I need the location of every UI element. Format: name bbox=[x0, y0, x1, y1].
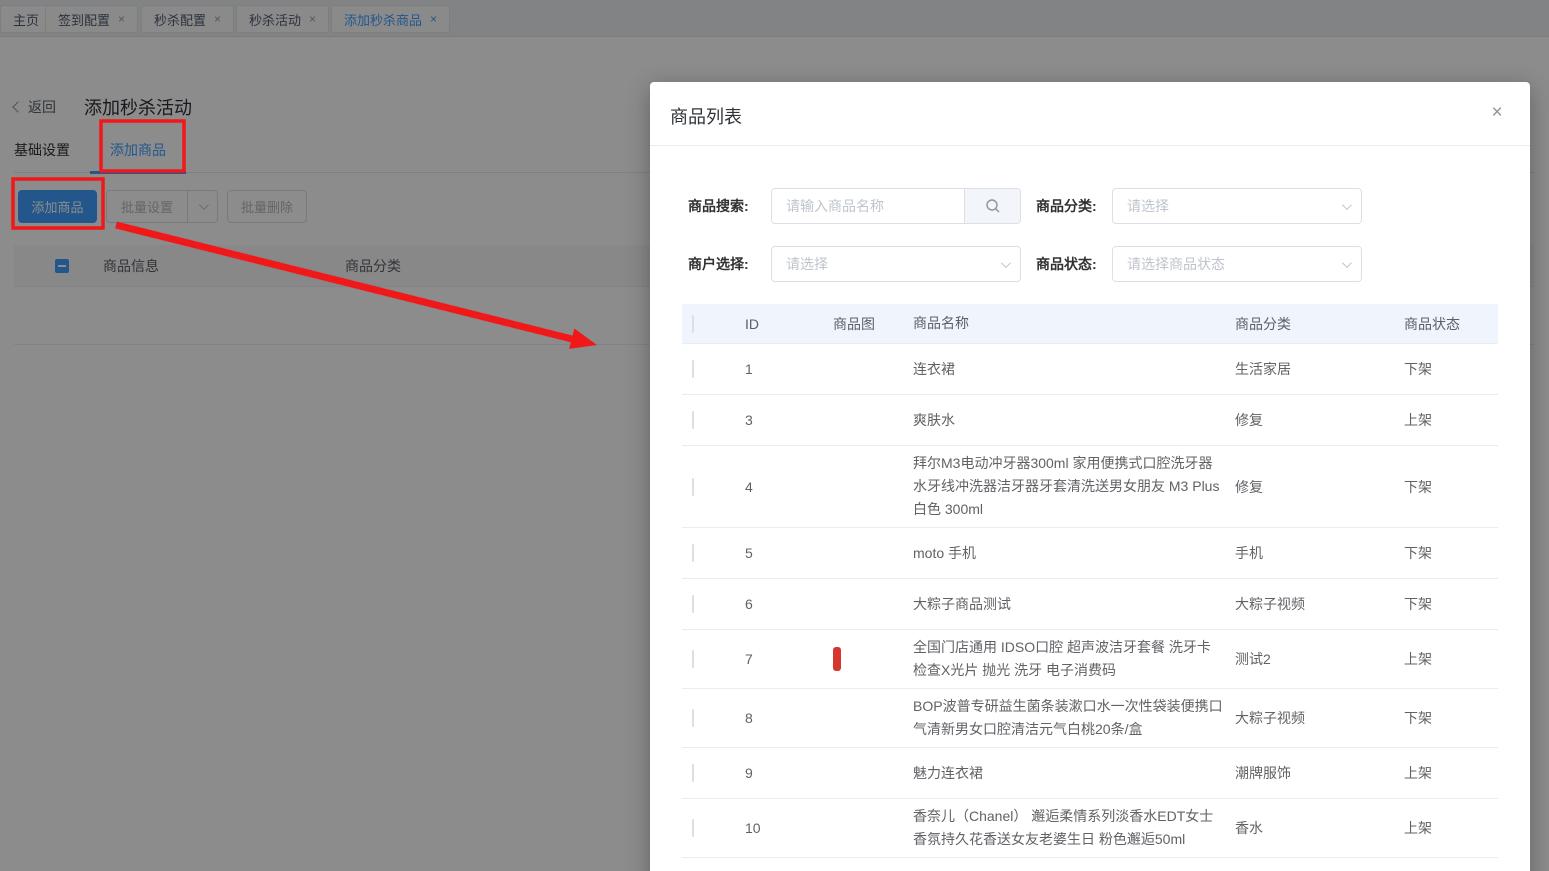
row-checkbox[interactable] bbox=[692, 544, 694, 562]
row-checkbox[interactable] bbox=[692, 477, 694, 496]
column-header-name: 商品名称 bbox=[913, 315, 969, 331]
modal-header: 商品列表 × bbox=[650, 82, 1530, 146]
product-name: 全国门店通用 IDSO口腔 超声波洁牙套餐 洗牙卡 检查X光片 抛光 洗牙 电子… bbox=[913, 639, 1211, 678]
product-status: 下架 bbox=[1404, 478, 1432, 495]
row-checkbox[interactable] bbox=[692, 709, 694, 727]
column-header-id: ID bbox=[745, 315, 759, 332]
chevron-down-icon bbox=[1329, 257, 1361, 268]
product-id: 6 bbox=[745, 596, 753, 612]
product-category: 手机 bbox=[1235, 545, 1263, 561]
filters: 商品搜索: 商品分类: 请选择 商户选择: bbox=[682, 188, 1498, 282]
product-name: moto 手机 bbox=[913, 544, 977, 561]
product-status: 下架 bbox=[1404, 545, 1432, 561]
product-name: 大粽子商品测试 bbox=[913, 595, 1011, 612]
filter-row-1: 商品搜索: 商品分类: 请选择 bbox=[688, 188, 1498, 224]
product-id: 1 bbox=[745, 361, 753, 377]
product-category: 大粽子视频 bbox=[1235, 710, 1305, 726]
chevron-down-icon bbox=[988, 257, 1020, 268]
table-row: 3 爽肤水 修复 上架 bbox=[682, 395, 1498, 446]
product-status: 上架 bbox=[1404, 765, 1432, 781]
product-category: 大粽子视频 bbox=[1235, 596, 1305, 612]
row-checkbox[interactable] bbox=[692, 764, 694, 782]
table-row: 12 键盘 测试2 上架 bbox=[682, 858, 1498, 871]
product-name: 魅力连衣裙 bbox=[913, 764, 983, 781]
search-button[interactable] bbox=[964, 189, 1020, 223]
status-placeholder: 请选择商品状态 bbox=[1127, 256, 1225, 272]
row-checkbox[interactable] bbox=[692, 595, 694, 613]
modal-body: 商品搜索: 商品分类: 请选择 商户选择: bbox=[650, 188, 1530, 871]
table-row: 5 moto 手机 手机 下架 bbox=[682, 528, 1498, 579]
product-name: 拜尔M3电动冲牙器300ml 家用便携式口腔洗牙器水牙线冲洗器洁牙器牙套清洗送男… bbox=[913, 455, 1220, 517]
product-status: 下架 bbox=[1404, 361, 1432, 377]
product-name: 键盘 bbox=[900, 866, 1225, 871]
close-icon[interactable]: × bbox=[1486, 102, 1508, 124]
product-category: 测试2 bbox=[1235, 651, 1271, 667]
table-row: 6 大粽子商品测试 大粽子视频 下架 bbox=[682, 579, 1498, 630]
row-checkbox[interactable] bbox=[692, 819, 694, 837]
merchant-label: 商户选择: bbox=[688, 256, 749, 272]
chevron-down-icon bbox=[1329, 199, 1361, 210]
product-status: 上架 bbox=[1404, 820, 1432, 836]
product-category: 香水 bbox=[1235, 820, 1263, 836]
product-id: 3 bbox=[745, 412, 753, 428]
table-row: 8 BOP波普专研益生菌条装漱口水一次性袋装便携口气清新男女口腔清洁元气白桃20… bbox=[682, 689, 1498, 748]
product-id: 8 bbox=[745, 710, 753, 726]
filter-row-2: 商户选择: 请选择 商品状态: 请选择商品状态 bbox=[688, 246, 1498, 282]
status-label: 商品状态: bbox=[1036, 256, 1097, 272]
search-icon bbox=[985, 199, 999, 213]
table-row: 9 魅力连衣裙 潮牌服饰 上架 bbox=[682, 748, 1498, 799]
product-table-header: ID 商品图 商品名称 商品分类 商品状态 bbox=[682, 304, 1498, 344]
product-table: ID 商品图 商品名称 商品分类 商品状态 1 连衣裙 生活家居 下架 3 爽肤… bbox=[682, 304, 1498, 871]
product-category: 潮牌服饰 bbox=[1235, 765, 1291, 781]
row-checkbox[interactable] bbox=[692, 360, 694, 378]
product-category: 修复 bbox=[1235, 478, 1263, 495]
row-checkbox[interactable] bbox=[692, 411, 694, 429]
row-checkbox[interactable] bbox=[692, 650, 694, 668]
product-status: 下架 bbox=[1404, 596, 1432, 612]
product-name: BOP波普专研益生菌条装漱口水一次性袋装便携口气清新男女口腔清洁元气白桃20条/… bbox=[913, 698, 1223, 737]
column-header-category: 商品分类 bbox=[1235, 315, 1291, 332]
product-status: 上架 bbox=[1404, 651, 1432, 667]
table-row: 10 香奈儿（Chanel） 邂逅柔情系列淡香水EDT女士香氛持久花香送女友老婆… bbox=[682, 799, 1498, 858]
category-placeholder: 请选择 bbox=[1127, 198, 1169, 214]
select-all-checkbox[interactable] bbox=[692, 314, 694, 333]
product-category: 修复 bbox=[1235, 412, 1263, 428]
search-label: 商品搜索: bbox=[688, 198, 749, 214]
product-name: 连衣裙 bbox=[913, 360, 955, 377]
table-row: 7 全国门店通用 IDSO口腔 超声波洁牙套餐 洗牙卡 检查X光片 抛光 洗牙 … bbox=[682, 630, 1498, 689]
search-input[interactable] bbox=[772, 189, 964, 223]
product-id: 10 bbox=[745, 820, 761, 836]
status-select[interactable]: 请选择商品状态 bbox=[1112, 246, 1362, 282]
product-category: 生活家居 bbox=[1235, 361, 1291, 377]
product-list-modal: 商品列表 × 商品搜索: 商品分类: 请选择 bbox=[650, 82, 1530, 871]
product-id: 5 bbox=[745, 545, 753, 561]
product-id: 9 bbox=[745, 765, 753, 781]
table-row: 1 连衣裙 生活家居 下架 bbox=[682, 344, 1498, 395]
merchant-placeholder: 请选择 bbox=[786, 256, 828, 272]
column-header-image: 商品图 bbox=[833, 315, 875, 332]
product-status: 下架 bbox=[1404, 710, 1432, 726]
product-image bbox=[833, 647, 841, 671]
product-name: 爽肤水 bbox=[913, 411, 955, 428]
product-id: 4 bbox=[745, 478, 753, 495]
product-id: 7 bbox=[745, 651, 753, 667]
table-row: 4 拜尔M3电动冲牙器300ml 家用便携式口腔洗牙器水牙线冲洗器洁牙器牙套清洗… bbox=[682, 446, 1498, 528]
category-select[interactable]: 请选择 bbox=[1112, 188, 1362, 224]
product-status: 上架 bbox=[1404, 412, 1432, 428]
product-name: 香奈儿（Chanel） 邂逅柔情系列淡香水EDT女士香氛持久花香送女友老婆生日 … bbox=[913, 808, 1214, 847]
merchant-select[interactable]: 请选择 bbox=[771, 246, 1021, 282]
category-label: 商品分类: bbox=[1036, 198, 1097, 214]
modal-title: 商品列表 bbox=[670, 107, 742, 127]
column-header-status: 商品状态 bbox=[1404, 315, 1460, 332]
search-field bbox=[771, 188, 1021, 224]
